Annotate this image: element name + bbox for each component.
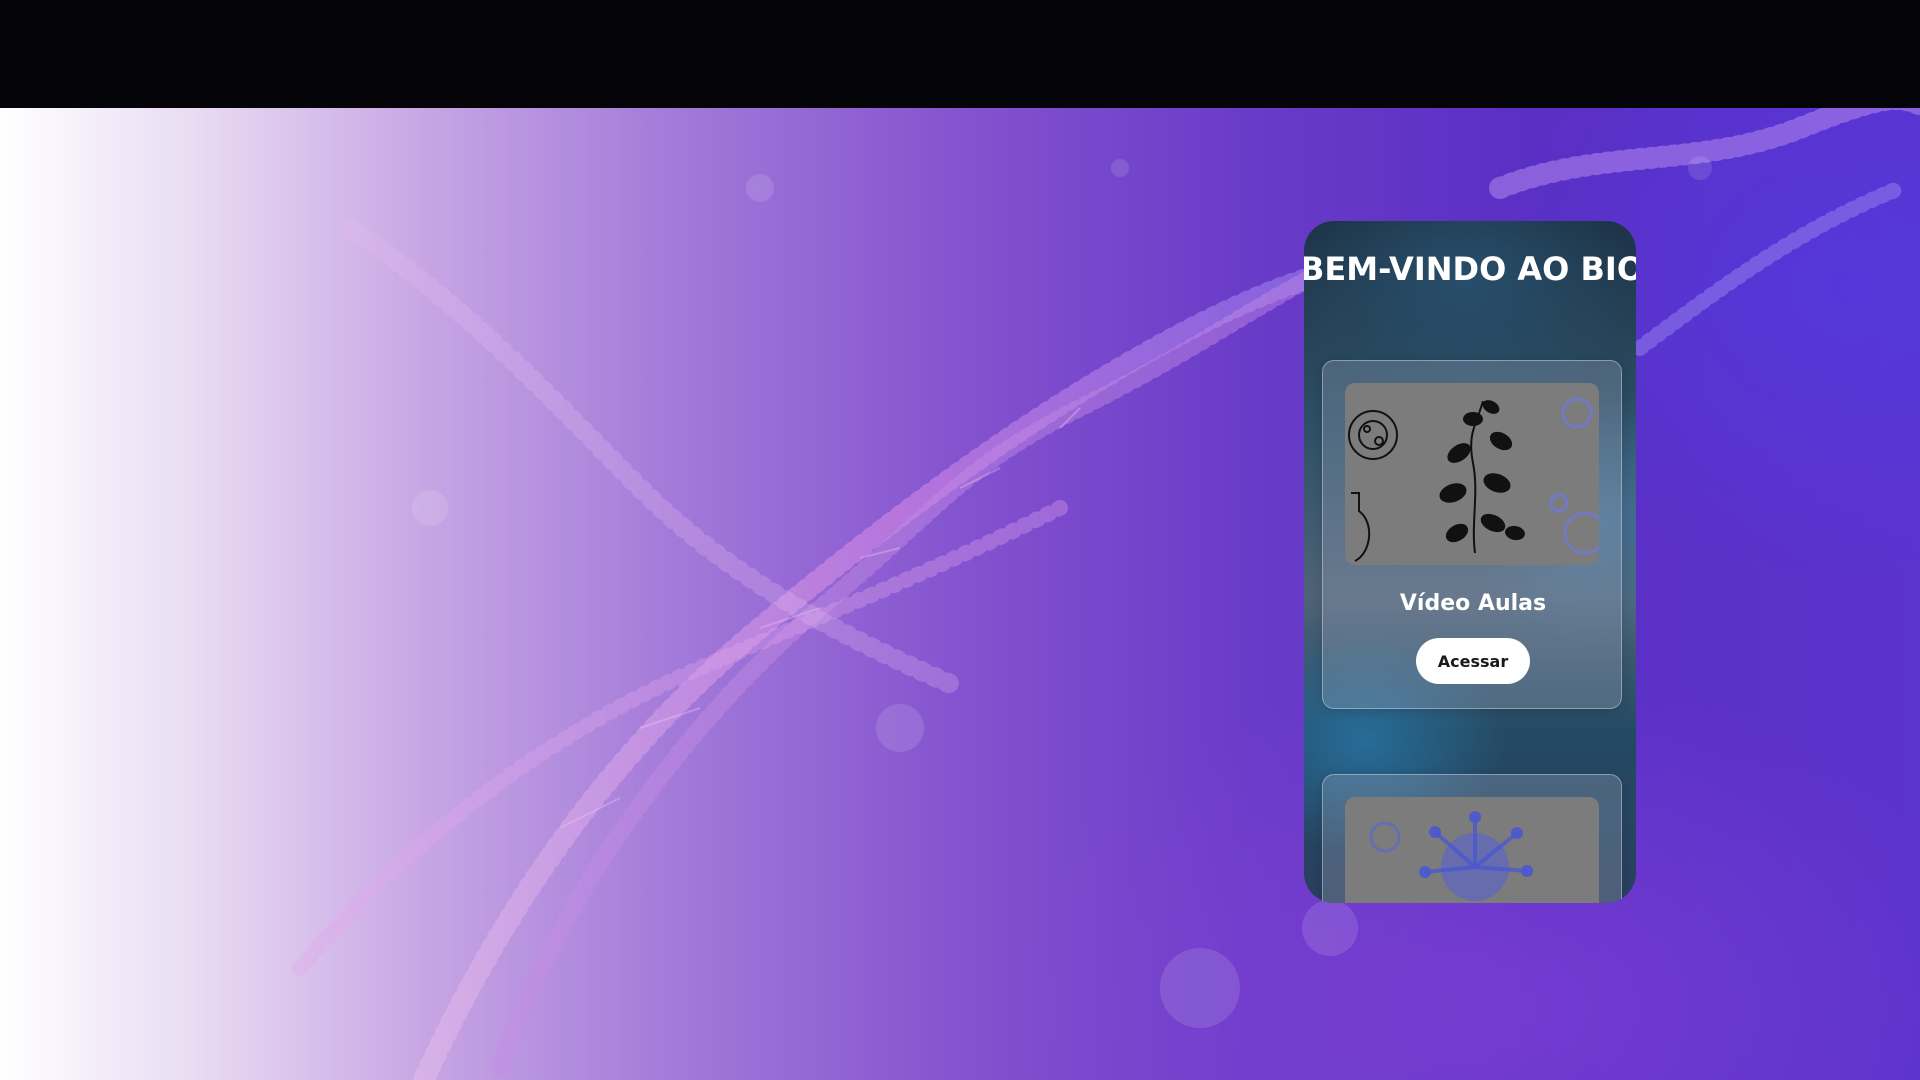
content-card — [1322, 774, 1622, 903]
card-title: Vídeo Aulas — [1399, 591, 1547, 616]
virus-illustration-icon — [1345, 797, 1599, 903]
top-bar — [0, 0, 1920, 108]
video-lessons-card: Vídeo Aulas Acessar — [1322, 360, 1622, 709]
welcome-title: BEM-VINDO AO BIOAPRENDER — [1304, 250, 1636, 288]
access-button[interactable]: Acessar — [1416, 638, 1530, 684]
botany-illustration-icon — [1345, 383, 1599, 565]
mobile-app-preview: BEM-VINDO AO BIOAPRENDER — [1304, 221, 1636, 903]
